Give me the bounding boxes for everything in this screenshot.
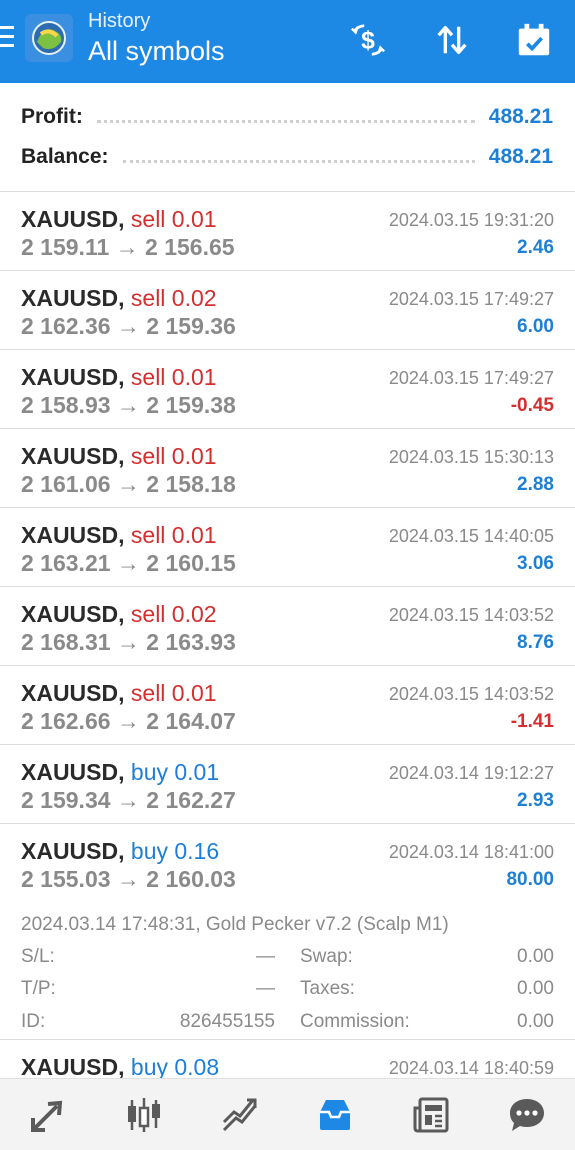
deal-profit: 3.06 — [517, 553, 554, 574]
deal-profit: 2.88 — [517, 474, 554, 495]
commission-label: Commission: — [300, 1011, 410, 1032]
dotted-leader — [96, 119, 475, 123]
deal-time: 2024.03.14 19:12:27 — [388, 763, 554, 783]
deal-comment: 2024.03.14 17:48:31, Gold Pecker v7.2 (S… — [21, 914, 449, 935]
deal-time: 2024.03.15 17:49:27 — [388, 368, 554, 388]
deal-row[interactable]: XAUUSD, sell 0.01 2 162.66 → 2 164.07 20… — [0, 666, 575, 745]
deal-time: 2024.03.15 14:03:52 — [388, 684, 554, 704]
deal-row[interactable]: XAUUSD, sell 0.02 2 162.36 → 2 159.36 20… — [0, 271, 575, 350]
deal-symbol: XAUUSD, — [21, 759, 125, 785]
deal-symbol: XAUUSD, — [21, 601, 125, 627]
deal-type: buy 0.01 — [130, 759, 220, 785]
deal-row[interactable]: XAUUSD, sell 0.01 2 161.06 → 2 158.18 20… — [0, 429, 575, 508]
deal-time: 2024.03.15 19:31:20 — [388, 210, 554, 230]
deal-prices: 2 158.93 → 2 159.38 — [21, 392, 236, 418]
svg-text:$: $ — [361, 28, 375, 55]
deal-symbol: XAUUSD, — [21, 206, 125, 232]
deal-type: buy 0.16 — [130, 838, 220, 864]
chat-icon[interactable] — [479, 1079, 575, 1150]
deposit-icon[interactable]: $ — [346, 18, 390, 62]
deal-time: 2024.03.15 15:30:13 — [388, 447, 554, 467]
sl-label: S/L: — [21, 946, 55, 967]
deal-prices: 2 161.06 → 2 158.18 — [21, 471, 236, 497]
deal-profit: 80.00 — [506, 869, 554, 890]
deal-row-expanded[interactable]: XAUUSD, buy 0.16 2 155.03 → 2 160.03 202… — [0, 824, 575, 1040]
deal-type: sell 0.01 — [130, 522, 217, 548]
deal-profit: -0.45 — [510, 395, 554, 416]
deal-type: sell 0.02 — [130, 601, 217, 627]
deal-profit: -1.41 — [510, 711, 554, 732]
deal-time: 2024.03.15 17:49:27 — [388, 289, 554, 309]
deal-profit: 2.93 — [517, 790, 554, 811]
deal-symbol: XAUUSD, — [21, 522, 125, 548]
deal-time: 2024.03.14 18:40:59 — [388, 1058, 554, 1078]
header-subtitle: History — [88, 10, 151, 32]
account-summary: Profit: 488.21 Balance: 488.21 — [0, 83, 575, 192]
swap-value: 0.00 — [517, 946, 554, 967]
deal-time: 2024.03.15 14:03:52 — [388, 605, 554, 625]
deal-symbol: XAUUSD, — [21, 285, 125, 311]
deal-prices: 2 162.36 → 2 159.36 — [21, 313, 236, 339]
deal-prices: 2 155.03 → 2 160.03 — [21, 866, 236, 892]
deal-type: sell 0.01 — [130, 443, 217, 469]
deal-type: sell 0.02 — [130, 285, 217, 311]
tp-label: T/P: — [21, 978, 56, 999]
header-title[interactable]: All symbols — [88, 33, 225, 69]
deal-type: buy 0.08 — [130, 1054, 220, 1080]
deal-symbol: XAUUSD, — [21, 1054, 125, 1080]
deal-prices: 2 159.11 → 2 156.65 — [21, 234, 235, 260]
sl-value: — — [256, 946, 275, 967]
quotes-icon[interactable] — [0, 1079, 96, 1150]
deal-prices: 2 163.21 → 2 160.15 — [21, 550, 236, 576]
balance-label: Balance: — [21, 145, 109, 168]
balance-value: 488.21 — [488, 145, 553, 168]
calendar-icon[interactable] — [512, 18, 556, 62]
swap-label: Swap: — [300, 946, 353, 967]
bottom-nav — [0, 1078, 575, 1150]
dotted-leader — [122, 159, 475, 163]
taxes-value: 0.00 — [517, 978, 554, 999]
deal-type: sell 0.01 — [130, 364, 217, 390]
app-header: History All symbols $ — [0, 0, 575, 83]
deal-time: 2024.03.15 14:40:05 — [388, 526, 554, 546]
chart-icon[interactable] — [96, 1079, 192, 1150]
deal-type: sell 0.01 — [130, 680, 217, 706]
deal-profit: 6.00 — [517, 316, 554, 337]
trade-icon[interactable] — [192, 1079, 288, 1150]
deal-row[interactable]: XAUUSD, sell 0.01 2 159.11 → 2 156.65 20… — [0, 192, 575, 271]
id-value: 826455155 — [179, 1011, 275, 1032]
deal-prices: 2 168.31 → 2 163.93 — [21, 629, 236, 655]
commission-value: 0.00 — [517, 1011, 554, 1032]
deal-row[interactable]: XAUUSD, sell 0.02 2 168.31 → 2 163.93 20… — [0, 587, 575, 666]
profit-label: Profit: — [21, 105, 83, 128]
deals-list: XAUUSD, sell 0.01 2 159.11 → 2 156.65 20… — [0, 192, 575, 1119]
deal-symbol: XAUUSD, — [21, 838, 125, 864]
taxes-label: Taxes: — [300, 978, 355, 999]
profit-value: 488.21 — [488, 105, 553, 128]
tp-value: — — [256, 978, 275, 999]
deal-profit: 8.76 — [517, 632, 554, 653]
deal-profit: 2.46 — [517, 237, 554, 258]
sort-icon[interactable] — [430, 18, 474, 62]
deal-row[interactable]: XAUUSD, sell 0.01 2 158.93 → 2 159.38 20… — [0, 350, 575, 429]
deal-row[interactable]: XAUUSD, buy 0.01 2 159.34 → 2 162.27 202… — [0, 745, 575, 824]
deal-row[interactable]: XAUUSD, sell 0.01 2 163.21 → 2 160.15 20… — [0, 508, 575, 587]
deal-symbol: XAUUSD, — [21, 443, 125, 469]
id-label: ID: — [21, 1011, 46, 1032]
deal-time: 2024.03.14 18:41:00 — [388, 842, 554, 862]
news-icon[interactable] — [383, 1079, 479, 1150]
metatrader-logo — [23, 12, 75, 64]
deal-prices: 2 159.34 → 2 162.27 — [21, 787, 236, 813]
deal-symbol: XAUUSD, — [21, 680, 125, 706]
menu-icon[interactable] — [0, 26, 14, 52]
history-icon[interactable] — [287, 1079, 383, 1150]
deal-type: sell 0.01 — [130, 206, 217, 232]
deal-prices: 2 162.66 → 2 164.07 — [21, 708, 236, 734]
deal-symbol: XAUUSD, — [21, 364, 125, 390]
